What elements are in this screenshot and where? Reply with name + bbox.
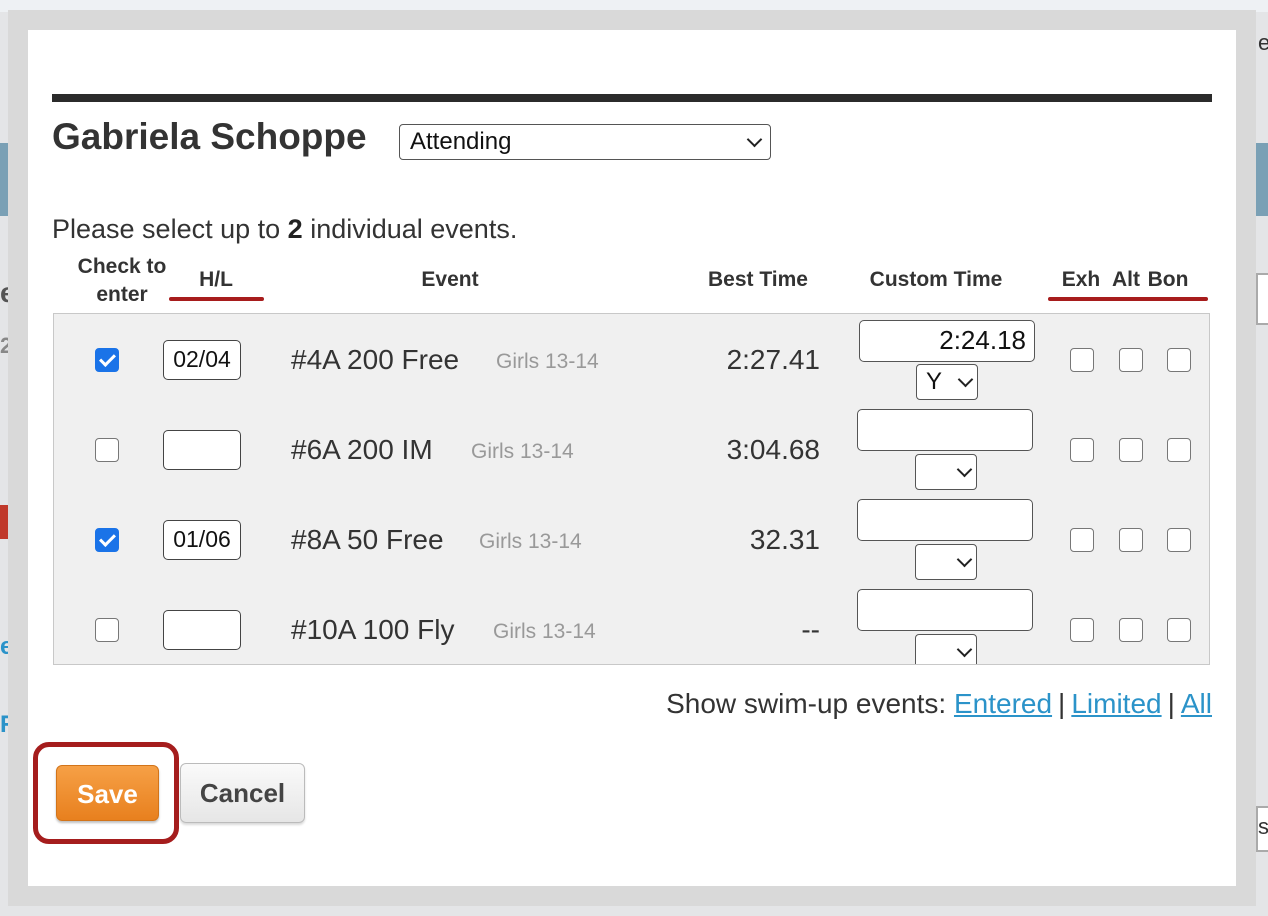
custom-time-input[interactable] (857, 589, 1033, 631)
enter-checkbox[interactable] (95, 618, 119, 642)
background-text-fragment: e (1258, 30, 1268, 55)
custom-time-select[interactable] (915, 454, 977, 490)
bon-checkbox[interactable] (1167, 618, 1191, 642)
bon-checkbox[interactable] (1167, 348, 1191, 372)
alt-checkbox[interactable] (1119, 438, 1143, 462)
best-time: -- (801, 614, 820, 645)
hl-input[interactable]: 02/04 (163, 340, 241, 380)
save-button[interactable]: Save (56, 765, 159, 821)
best-time: 3:04.68 (726, 434, 820, 465)
enter-checkbox[interactable] (95, 528, 119, 552)
chevron-down-icon (956, 461, 973, 477)
swimup-limited-link[interactable]: Limited (1071, 688, 1161, 719)
best-time: 32.31 (749, 524, 820, 555)
custom-time-input[interactable] (857, 409, 1033, 451)
background-badge (0, 505, 8, 539)
alt-checkbox[interactable] (1119, 348, 1143, 372)
column-header-event: Event (421, 268, 479, 291)
enter-checkbox[interactable] (95, 438, 119, 462)
event-name: #6A 200 IM (291, 434, 433, 465)
table-row: 01/06 #8A 50 Free Girls 13-14 32.31 (54, 494, 1209, 584)
custom-time-select[interactable] (915, 634, 977, 664)
instructions-suffix: individual events. (302, 214, 518, 244)
column-header-bon: Bon (1147, 268, 1189, 291)
exh-checkbox[interactable] (1070, 528, 1094, 552)
swimup-label: Show swim-up events: (666, 688, 947, 719)
custom-time-select[interactable] (915, 544, 977, 580)
instructions-count: 2 (287, 214, 303, 244)
event-group: Girls 13-14 (493, 620, 596, 643)
swimup-entered-link[interactable]: Entered (954, 688, 1052, 719)
event-name: #10A 100 Fly (291, 614, 455, 645)
chevron-down-icon (956, 641, 973, 657)
attendance-status-select[interactable]: Attending (399, 124, 771, 160)
column-header-custom-time: Custom Time (869, 268, 1003, 291)
custom-time-select-value: Y (926, 368, 943, 395)
exh-checkbox[interactable] (1070, 618, 1094, 642)
swimup-events-filter: Show swim-up events: Entered | Limited | All (666, 688, 1212, 720)
custom-time-select[interactable]: Y (916, 364, 978, 400)
column-header-best-time: Best Time (708, 268, 808, 291)
exh-checkbox[interactable] (1070, 438, 1094, 462)
exh-alt-bon-header-underline (1048, 297, 1208, 301)
exh-checkbox[interactable] (1070, 348, 1094, 372)
column-header-alt: Alt (1112, 268, 1140, 291)
best-time: 2:27.41 (726, 344, 820, 375)
chevron-down-icon (957, 371, 974, 387)
instructions-prefix: Please select up to (52, 214, 288, 244)
event-group: Girls 13-14 (471, 440, 574, 463)
event-group: Girls 13-14 (496, 350, 599, 373)
event-name: #8A 50 Free (291, 524, 444, 555)
hl-input[interactable]: 01/06 (163, 520, 241, 560)
event-name: #4A 200 Free (291, 344, 460, 375)
custom-time-input[interactable]: 2:24.18 (859, 320, 1035, 362)
link-separator: | (1167, 688, 1175, 719)
custom-time-input[interactable] (857, 499, 1033, 541)
table-row: #10A 100 Fly Girls 13-14 -- (54, 584, 1209, 664)
hl-header-underline (169, 297, 264, 301)
athlete-name: Gabriela Schoppe (52, 116, 367, 157)
table-row: 02/04 #4A 200 Free Girls 13-14 2:27.41 2… (54, 314, 1209, 404)
link-separator: | (1058, 688, 1066, 719)
bon-checkbox[interactable] (1167, 438, 1191, 462)
enter-checkbox[interactable] (95, 348, 119, 372)
selection-instructions: Please select up to 2 individual events. (52, 214, 517, 245)
chevron-down-icon (746, 131, 763, 147)
alt-checkbox[interactable] (1119, 618, 1143, 642)
column-header-exh: Exh (1061, 268, 1101, 291)
attendance-status-value: Attending (410, 128, 512, 155)
hl-input[interactable] (163, 610, 241, 650)
table-row: #6A 200 IM Girls 13-14 3:04.68 (54, 404, 1209, 494)
background-header-band (0, 143, 8, 216)
alt-checkbox[interactable] (1119, 528, 1143, 552)
events-table: 02/04 #4A 200 Free Girls 13-14 2:27.41 2… (53, 313, 1210, 665)
chevron-down-icon (956, 551, 973, 567)
hl-input[interactable] (163, 430, 241, 470)
background-header-band-right (1256, 143, 1268, 216)
modal-top-divider (52, 94, 1212, 102)
background-input-fragment (1256, 273, 1268, 325)
column-header-hl: H/L (199, 268, 233, 291)
background-text-fragment: s (1258, 814, 1268, 839)
event-group: Girls 13-14 (479, 530, 582, 553)
column-header-check: Check to enter (77, 255, 167, 306)
bon-checkbox[interactable] (1167, 528, 1191, 552)
swimup-all-link[interactable]: All (1181, 688, 1212, 719)
cancel-button[interactable]: Cancel (180, 763, 305, 823)
